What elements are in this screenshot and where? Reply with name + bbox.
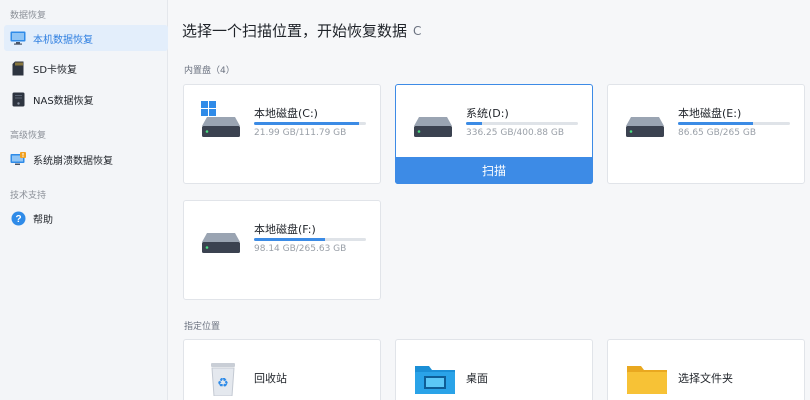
scan-button[interactable]: 扫描	[395, 157, 593, 184]
sidebar-item-sd-card[interactable]: SD卡恢复	[4, 55, 168, 81]
sidebar-item-label: NAS数据恢复	[33, 95, 94, 107]
location-card-choose-folder[interactable]: 选择文件夹	[607, 339, 805, 400]
svg-text:?: ?	[15, 214, 21, 225]
system-crash-icon	[10, 151, 26, 167]
drive-name: 本地磁盘(C:)	[254, 107, 318, 120]
refresh-icon[interactable]: C	[413, 24, 421, 38]
sidebar-item-label: 系统崩溃数据恢复	[33, 155, 113, 167]
monitor-icon	[10, 30, 26, 46]
location-card-recycle-bin[interactable]: ♻ 回收站	[183, 339, 381, 400]
drive-name: 系统(D:)	[466, 107, 509, 120]
sidebar-item-local-recovery[interactable]: 本机数据恢复	[4, 25, 168, 51]
specified-location-label: 指定位置	[184, 322, 221, 332]
drive-card-c[interactable]: 本地磁盘(C:) 21.99 GB/111.79 GB	[183, 84, 381, 184]
drive-size: 336.25 GB/400.88 GB	[466, 128, 565, 138]
section-title-advanced: 高级恢复	[10, 131, 47, 141]
hard-drive-icon	[414, 117, 452, 137]
usage-bar	[678, 122, 790, 125]
hard-drive-icon	[202, 117, 240, 137]
usage-bar	[254, 238, 366, 241]
windows-logo-icon	[201, 101, 216, 116]
usage-bar	[466, 122, 578, 125]
section-title-data-recovery: 数据恢复	[10, 11, 47, 21]
page-title-text: 选择一个扫描位置，开始恢复数据	[182, 22, 408, 40]
drive-name: 本地磁盘(E:)	[678, 107, 742, 120]
drive-size: 21.99 GB/111.79 GB	[254, 128, 347, 138]
usage-bar-fill	[678, 122, 754, 125]
recycle-bin-icon: ♻	[211, 363, 235, 396]
usage-bar-fill	[254, 122, 360, 125]
nas-icon	[10, 91, 26, 107]
sidebar: 数据恢复 本机数据恢复 SD卡恢复 NAS数据恢复 高级恢复 系统崩溃数据恢复 …	[0, 0, 168, 400]
usage-bar-fill	[466, 122, 482, 125]
hard-drive-icon	[626, 117, 664, 137]
drive-card-e[interactable]: 本地磁盘(E:) 86.65 GB/265 GB	[607, 84, 805, 184]
section-title-support: 技术支持	[10, 191, 47, 201]
help-icon: ?	[10, 210, 26, 226]
internal-disks-label: 内置盘（4）	[184, 66, 235, 76]
page-title: 选择一个扫描位置，开始恢复数据 C	[182, 20, 421, 41]
drive-card-d[interactable]: 系统(D:) 336.25 GB/400.88 GB 扫描	[395, 84, 593, 184]
sidebar-item-label: SD卡恢复	[33, 64, 78, 76]
drive-size: 86.65 GB/265 GB	[678, 128, 756, 138]
folder-icon	[627, 366, 667, 394]
sd-card-icon	[10, 60, 26, 76]
drive-card-f[interactable]: 本地磁盘(F:) 98.14 GB/265.63 GB	[183, 200, 381, 300]
main-panel: 选择一个扫描位置，开始恢复数据 C 内置盘（4） 本地磁盘(C:) 21.99 …	[168, 0, 810, 400]
location-name: 回收站	[254, 372, 287, 385]
svg-text:♻: ♻	[217, 376, 229, 391]
usage-bar	[254, 122, 366, 125]
location-name: 桌面	[466, 372, 488, 385]
hard-drive-icon	[202, 233, 240, 253]
usage-bar-fill	[254, 238, 325, 241]
sidebar-item-help[interactable]: ? 帮助	[4, 205, 168, 231]
sidebar-item-nas[interactable]: NAS数据恢复	[4, 86, 168, 112]
drive-size: 98.14 GB/265.63 GB	[254, 244, 347, 254]
sidebar-item-label: 本机数据恢复	[33, 34, 93, 46]
location-card-desktop[interactable]: 桌面	[395, 339, 593, 400]
drive-name: 本地磁盘(F:)	[254, 223, 316, 236]
desktop-icon	[415, 366, 455, 394]
sidebar-item-label: 帮助	[33, 214, 53, 226]
location-name: 选择文件夹	[678, 372, 733, 385]
sidebar-item-system-crash[interactable]: 系统崩溃数据恢复	[4, 146, 168, 172]
